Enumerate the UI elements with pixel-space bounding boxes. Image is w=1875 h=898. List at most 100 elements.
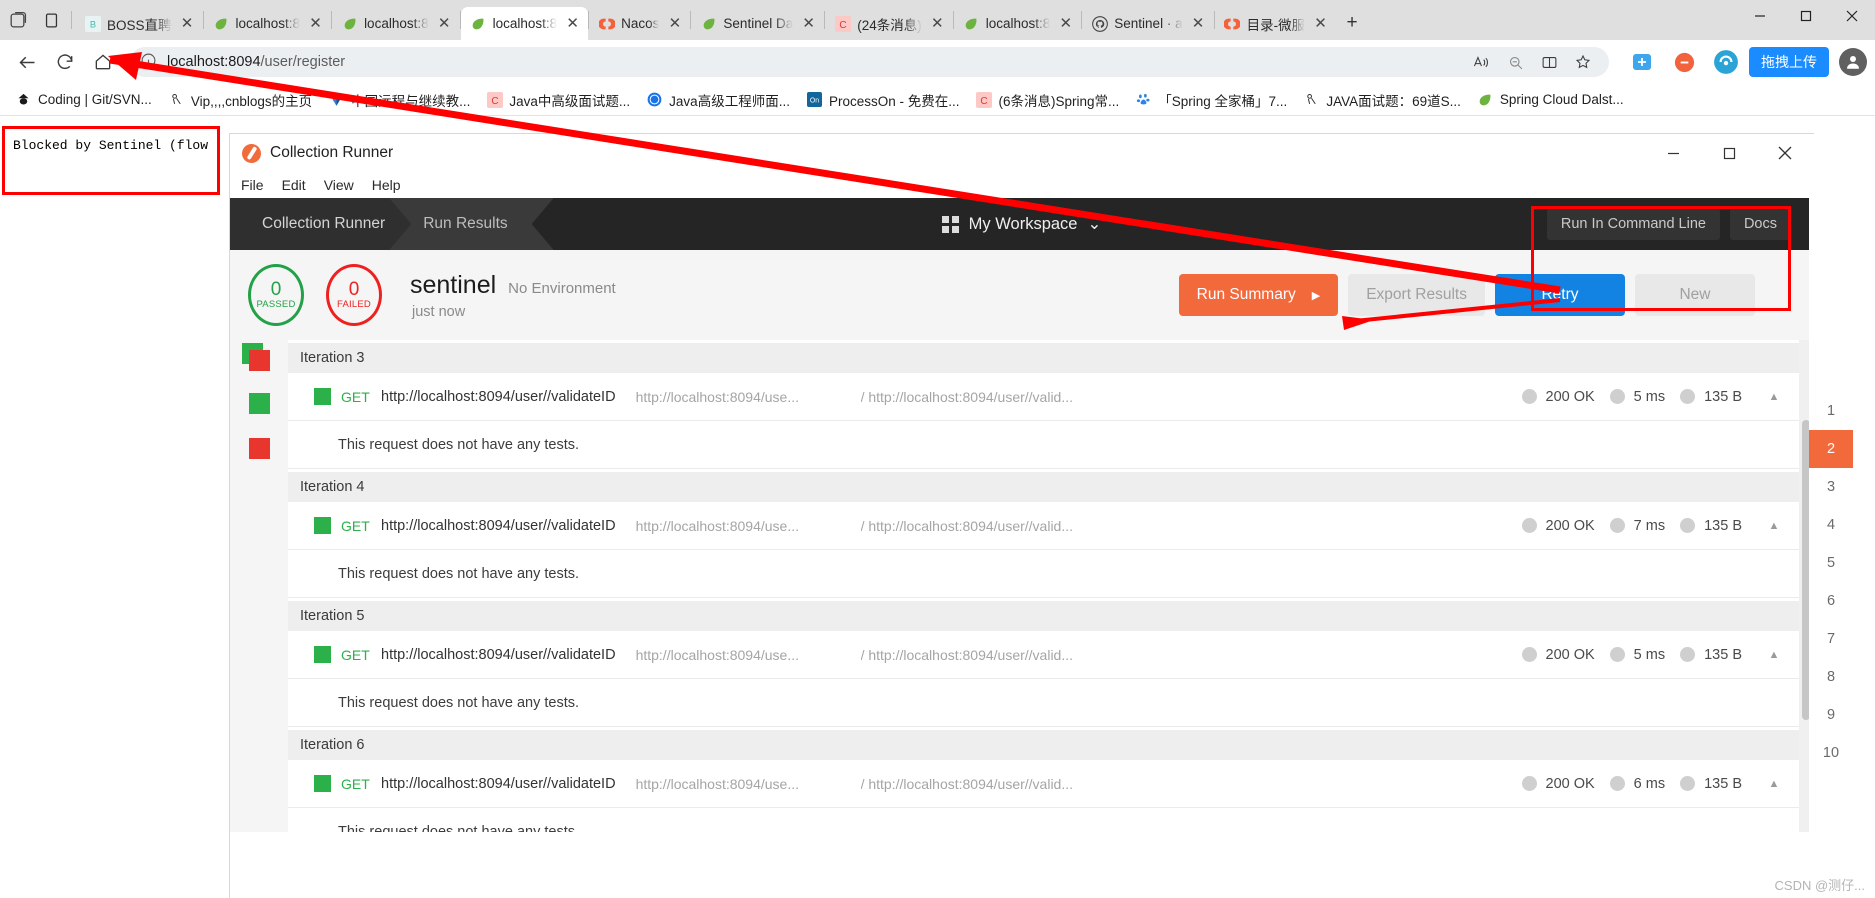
extension-icon[interactable] <box>1665 43 1703 81</box>
pager-item[interactable]: 7 <box>1809 620 1853 658</box>
cr-close-button[interactable] <box>1757 134 1813 172</box>
spring-leaf-icon <box>963 15 980 32</box>
tab-search-icon[interactable] <box>0 0 34 40</box>
pager-item[interactable]: 2 <box>1809 430 1853 468</box>
request-row[interactable]: GET http://localhost:8094/user//validateI… <box>288 373 1801 421</box>
response-time: 7 ms <box>1633 517 1666 534</box>
browser-tab[interactable]: localhost:8 ✕ <box>332 7 460 40</box>
tab-close-icon[interactable]: ✕ <box>178 14 197 33</box>
bookmark-item[interactable]: Java高级工程师面... <box>639 87 797 113</box>
menu-item-edit[interactable]: Edit <box>282 177 306 193</box>
browser-tab[interactable]: Sentinel · a ✕ <box>1082 7 1213 40</box>
upload-button[interactable]: 拖拽上传 <box>1749 47 1829 77</box>
browser-tab[interactable]: localhost:8 ✕ <box>460 7 589 40</box>
profile-avatar-icon[interactable] <box>1839 48 1867 76</box>
favorites-star-icon[interactable] <box>1567 47 1599 77</box>
workspace-selector[interactable]: My Workspace ⌄ <box>892 214 1152 234</box>
chevron-up-icon[interactable]: ▲ <box>1757 778 1791 790</box>
minimize-button[interactable] <box>1737 0 1783 32</box>
split-screen-icon[interactable] <box>1533 47 1565 77</box>
tab-close-icon[interactable]: ✕ <box>799 14 818 33</box>
collection-runner-title: Collection Runner <box>270 144 394 161</box>
pager-item[interactable]: 6 <box>1809 582 1853 620</box>
tab-close-icon[interactable]: ✕ <box>306 14 325 33</box>
run-in-command-line-button[interactable]: Run In Command Line <box>1546 208 1720 240</box>
back-arrow-icon[interactable] <box>8 43 46 81</box>
menu-item-help[interactable]: Help <box>372 177 401 193</box>
read-aloud-icon[interactable] <box>1465 47 1497 77</box>
passed-donut: 0 PASSED <box>248 264 304 326</box>
request-row[interactable]: GET http://localhost:8094/user//validateI… <box>288 502 1801 550</box>
bookmark-item[interactable]: C (6条消息)Spring常... <box>968 87 1126 113</box>
zoom-out-icon[interactable] <box>1499 47 1531 77</box>
tab-close-icon[interactable]: ✕ <box>1189 14 1208 33</box>
browser-tab[interactable]: C (24条消息) ✕ <box>825 7 953 40</box>
tab-run-results[interactable]: Run Results <box>389 198 553 250</box>
cr-maximize-button[interactable] <box>1701 134 1757 172</box>
bookmark-item[interactable]: C Java中高级面试题... <box>479 87 637 113</box>
pager-item[interactable]: 1 <box>1809 392 1853 430</box>
new-button[interactable]: New <box>1635 274 1755 316</box>
tab-close-icon[interactable]: ✕ <box>435 14 454 33</box>
pager-item[interactable]: 4 <box>1809 506 1853 544</box>
tab-close-icon[interactable]: ✕ <box>665 14 684 33</box>
menu-item-file[interactable]: File <box>241 177 264 193</box>
cr-minimize-button[interactable] <box>1645 134 1701 172</box>
tab-collection-runner[interactable]: Collection Runner <box>230 198 412 250</box>
browser-tab[interactable]: Nacos ✕ <box>589 7 690 40</box>
docs-button[interactable]: Docs <box>1729 208 1791 240</box>
pager-item[interactable]: 8 <box>1809 658 1853 696</box>
pager-item[interactable]: 10 <box>1809 734 1853 772</box>
export-results-button[interactable]: Export Results <box>1348 274 1485 316</box>
svg-text:C: C <box>980 96 987 107</box>
maximize-button[interactable] <box>1783 0 1829 32</box>
chevron-up-icon[interactable]: ▲ <box>1757 649 1791 661</box>
pager-item[interactable]: 3 <box>1809 468 1853 506</box>
bookmark-item[interactable]: Vip,,,,cnblogs的主页 <box>161 87 319 113</box>
response-status: 200 OK <box>1545 388 1595 405</box>
browser-tab[interactable]: 目录-微服 ✕ <box>1215 7 1337 40</box>
bookmark-item[interactable]: 「Spring 全家桶」7... <box>1128 87 1294 113</box>
status-dot-icon <box>1521 776 1537 791</box>
bookmark-item[interactable]: Coding | Git/SVN... <box>8 88 159 111</box>
menu-item-view[interactable]: View <box>324 177 354 193</box>
bookmark-item[interactable]: On ProcessOn - 免费在... <box>799 87 967 113</box>
home-icon[interactable] <box>84 43 122 81</box>
tab-close-icon[interactable]: ✕ <box>928 14 947 33</box>
collections-icon[interactable] <box>1623 43 1661 81</box>
browser-tab[interactable]: localhost:8 ✕ <box>954 7 1082 40</box>
chevron-up-icon[interactable]: ▲ <box>1757 391 1791 403</box>
address-bar[interactable]: localhost:8094/user/register <box>130 47 1609 77</box>
browser-tab-label: Nacos <box>621 16 660 31</box>
request-metrics: 200 OK 7 ms 135 B ▲ <box>1521 517 1802 534</box>
nacos-icon <box>598 15 615 32</box>
tab-close-icon[interactable]: ✕ <box>1056 14 1075 33</box>
run-summary-button[interactable]: Run Summary ▶ <box>1178 274 1339 316</box>
chevron-up-icon[interactable]: ▲ <box>1757 520 1791 532</box>
request-row[interactable]: GET http://localhost:8094/user//validateI… <box>288 631 1801 679</box>
run-meta: sentinel No Environment just now <box>404 271 616 320</box>
bookmark-label: Coding | Git/SVN... <box>38 92 152 107</box>
new-tab-button[interactable]: + <box>1336 8 1368 38</box>
tab-close-icon[interactable]: ✕ <box>563 14 582 33</box>
status-dot-icon <box>1521 647 1537 662</box>
bookmark-item[interactable]: 中国远程与继续教... <box>321 87 477 113</box>
browser-tab[interactable]: Sentinel Da ✕ <box>691 7 824 40</box>
status-dot-icon <box>1521 518 1537 533</box>
tab-close-icon[interactable]: ✕ <box>1311 14 1330 33</box>
request-row[interactable]: GET http://localhost:8094/user//validateI… <box>288 760 1801 808</box>
close-button[interactable] <box>1829 0 1875 32</box>
browser-tab[interactable]: localhost:8 ✕ <box>204 7 332 40</box>
browser-tab-label: Sentinel · a <box>1114 16 1183 31</box>
bookmark-item[interactable]: JAVA面试题：69道S... <box>1296 87 1468 113</box>
bookmark-item[interactable]: Spring Cloud Dalst... <box>1470 88 1631 111</box>
tab-list-icon[interactable] <box>34 0 68 40</box>
iteration-header: Iteration 5 <box>288 601 1801 631</box>
retry-button[interactable]: Retry <box>1495 274 1625 316</box>
info-circle-icon[interactable] <box>140 52 157 73</box>
reload-icon[interactable] <box>46 43 84 81</box>
browser-tab[interactable]: B BOSS直聘 ✕ <box>75 7 203 40</box>
browser-assistant-icon[interactable] <box>1707 43 1745 81</box>
pager-item[interactable]: 5 <box>1809 544 1853 582</box>
pager-item[interactable]: 9 <box>1809 696 1853 734</box>
